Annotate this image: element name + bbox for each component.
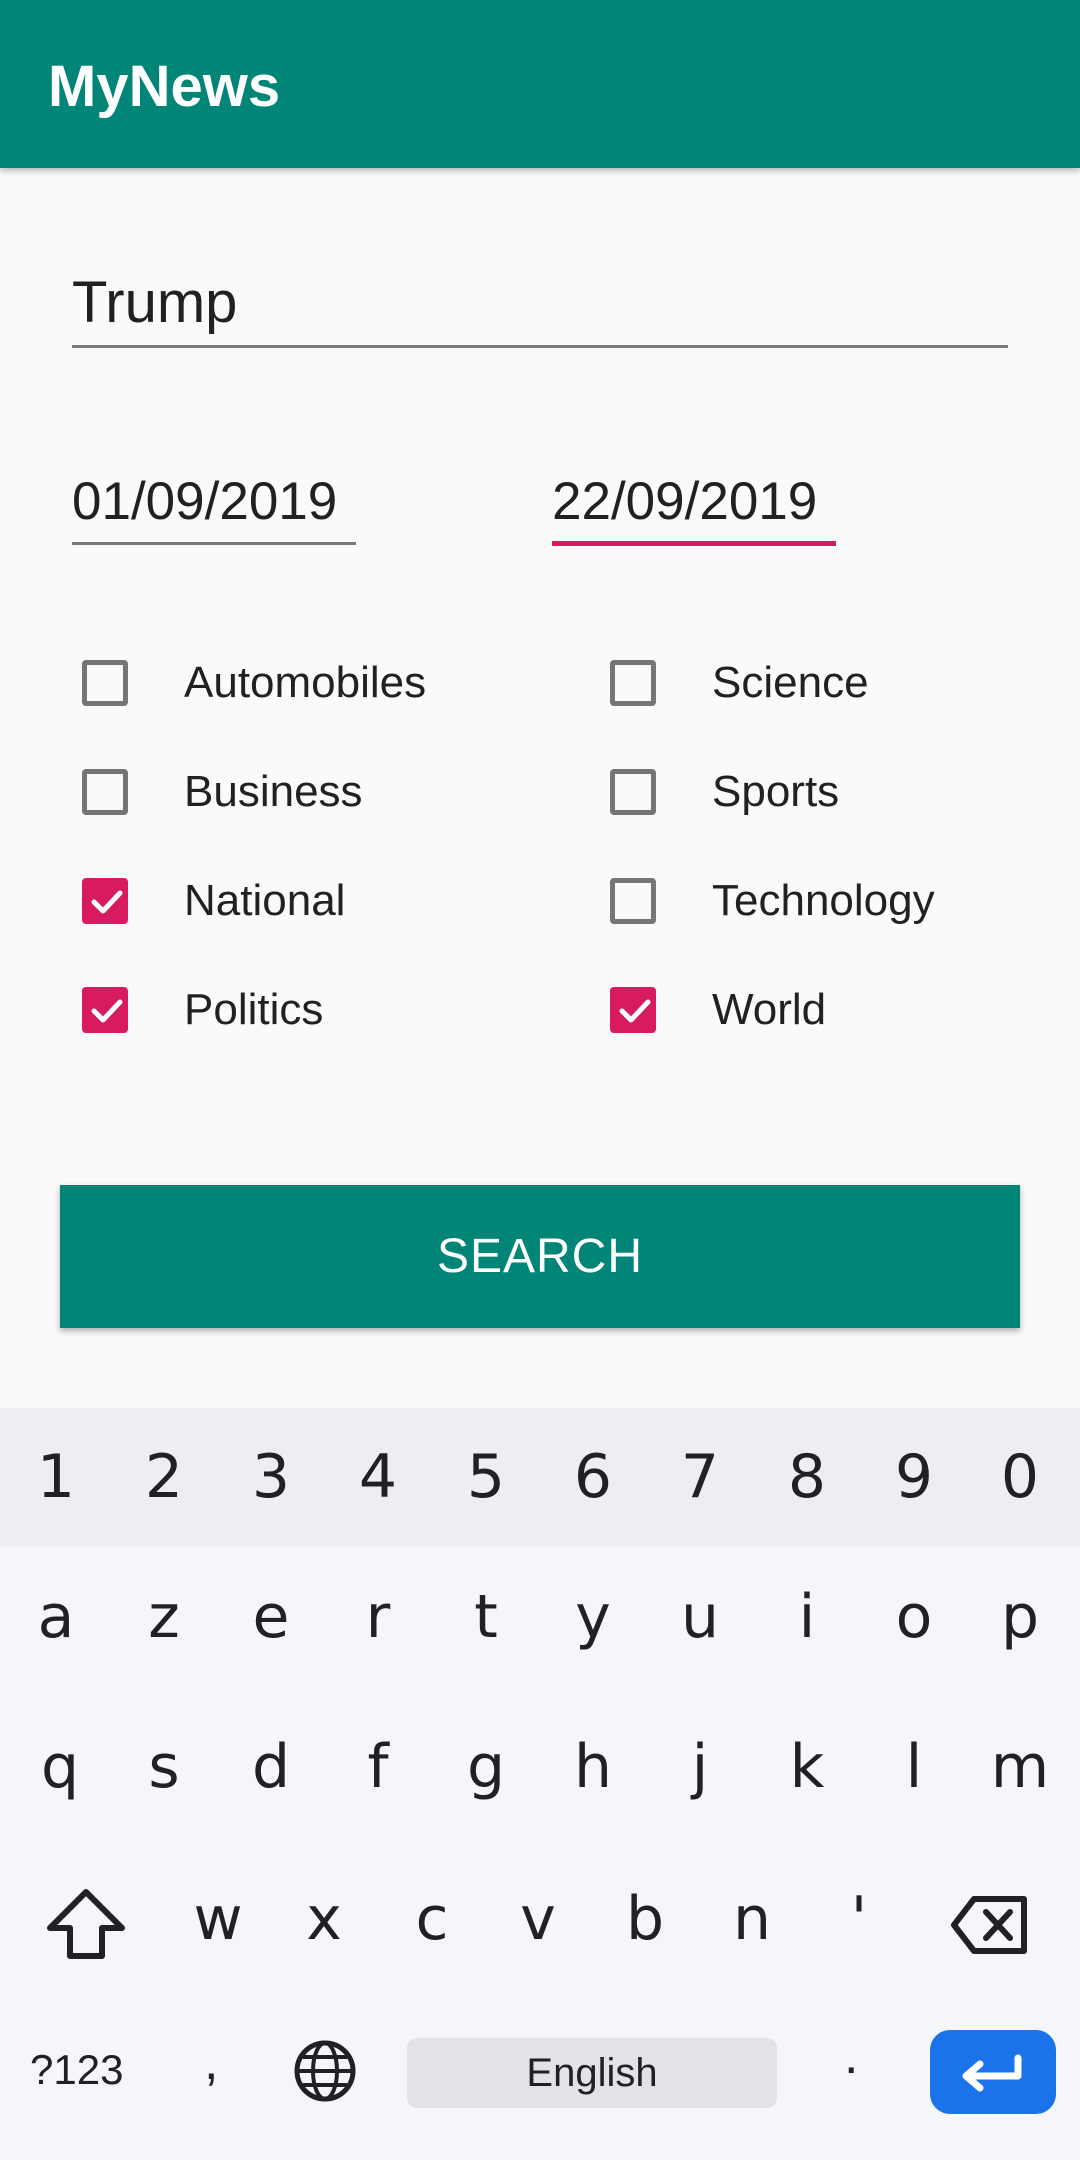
symbols-key[interactable]: ?123	[30, 2046, 123, 2094]
key-y[interactable]: y	[539, 1582, 647, 1652]
checkbox-world[interactable]: World	[610, 970, 826, 1050]
key-9[interactable]: 9	[860, 1442, 968, 1512]
search-query-underline	[72, 345, 1008, 348]
begin-date-underline	[72, 542, 356, 545]
checkbox-label: Politics	[184, 985, 324, 1034]
key-7[interactable]: 7	[646, 1442, 754, 1512]
key-3[interactable]: 3	[217, 1442, 325, 1512]
key-s[interactable]: s	[110, 1732, 218, 1802]
key-p[interactable]: p	[966, 1582, 1074, 1652]
checkbox-box[interactable]	[82, 769, 128, 815]
key-k[interactable]: k	[753, 1732, 861, 1802]
backspace-icon[interactable]	[950, 1894, 1030, 1956]
checkbox-label: Automobiles	[184, 658, 427, 707]
key-5[interactable]: 5	[432, 1442, 540, 1512]
search-button[interactable]: SEARCH	[60, 1185, 1020, 1328]
key-m[interactable]: m	[966, 1732, 1074, 1802]
checkbox-label: Business	[184, 767, 363, 816]
key-l[interactable]: l	[860, 1732, 968, 1802]
key-b[interactable]: b	[591, 1884, 699, 1954]
checkmark-icon	[91, 999, 123, 1023]
app-title: MyNews	[48, 54, 281, 119]
checkbox-box[interactable]	[610, 769, 656, 815]
checkbox-national[interactable]: National	[82, 861, 345, 941]
checkbox-label: Sports	[712, 767, 840, 816]
key-2[interactable]: 2	[110, 1442, 218, 1512]
checkmark-icon	[619, 999, 651, 1023]
end-date-field[interactable]: 22/09/2019	[552, 470, 817, 534]
checkbox-politics[interactable]: Politics	[82, 970, 323, 1050]
key-1[interactable]: 1	[2, 1442, 110, 1512]
globe-icon[interactable]	[292, 2038, 358, 2104]
period-key[interactable]: .	[844, 2026, 858, 2086]
checkbox-sports[interactable]: Sports	[610, 752, 839, 832]
key-8[interactable]: 8	[753, 1442, 861, 1512]
key-o[interactable]: o	[860, 1582, 968, 1652]
checkbox-label: Technology	[712, 876, 935, 925]
checkbox-box[interactable]	[610, 878, 656, 924]
search-query-input[interactable]: Trump	[72, 268, 1008, 338]
checkbox-box[interactable]	[82, 987, 128, 1033]
end-date-underline	[552, 541, 836, 546]
space-bar[interactable]: English	[407, 2038, 777, 2108]
checkbox-box[interactable]	[610, 987, 656, 1033]
soft-keyboard: 1 2 3 4 5 6 7 8 9 0 a z e r t y u i o p …	[0, 1408, 1080, 2160]
key-c[interactable]: c	[378, 1884, 486, 1954]
key-apostrophe[interactable]: '	[805, 1884, 913, 1954]
key-q[interactable]: q	[6, 1732, 114, 1802]
checkbox-label: National	[184, 876, 346, 925]
key-6[interactable]: 6	[539, 1442, 647, 1512]
key-0[interactable]: 0	[966, 1442, 1074, 1512]
checkbox-science[interactable]: Science	[610, 643, 869, 723]
begin-date-field[interactable]: 01/09/2019	[72, 470, 337, 534]
key-f[interactable]: f	[324, 1732, 432, 1802]
checkbox-automobiles[interactable]: Automobiles	[82, 643, 426, 723]
app-bar: MyNews	[0, 0, 1080, 168]
key-v[interactable]: v	[484, 1884, 592, 1954]
key-4[interactable]: 4	[324, 1442, 432, 1512]
checkbox-label: World	[712, 985, 827, 1034]
checkbox-technology[interactable]: Technology	[610, 861, 935, 941]
key-i[interactable]: i	[753, 1582, 861, 1652]
checkbox-business[interactable]: Business	[82, 752, 363, 832]
checkmark-icon	[91, 890, 123, 914]
key-e[interactable]: e	[217, 1582, 325, 1652]
key-n[interactable]: n	[698, 1884, 806, 1954]
key-u[interactable]: u	[646, 1582, 754, 1652]
shift-icon[interactable]	[44, 1886, 128, 1962]
key-x[interactable]: x	[270, 1884, 378, 1954]
comma-key[interactable]: ,	[204, 2032, 218, 2092]
keyboard-number-row: 1 2 3 4 5 6 7 8 9 0	[0, 1408, 1080, 1546]
checkbox-box[interactable]	[610, 660, 656, 706]
key-r[interactable]: r	[324, 1582, 432, 1652]
enter-icon	[962, 2054, 1022, 2092]
key-j[interactable]: j	[646, 1732, 754, 1802]
key-d[interactable]: d	[217, 1732, 325, 1802]
checkbox-box[interactable]	[82, 660, 128, 706]
key-a[interactable]: a	[2, 1582, 110, 1652]
enter-key[interactable]	[930, 2030, 1056, 2114]
key-h[interactable]: h	[539, 1732, 647, 1802]
key-z[interactable]: z	[110, 1582, 218, 1652]
key-t[interactable]: t	[432, 1582, 540, 1652]
key-w[interactable]: w	[164, 1884, 272, 1954]
key-g[interactable]: g	[432, 1732, 540, 1802]
checkbox-box[interactable]	[82, 878, 128, 924]
checkbox-label: Science	[712, 658, 869, 707]
